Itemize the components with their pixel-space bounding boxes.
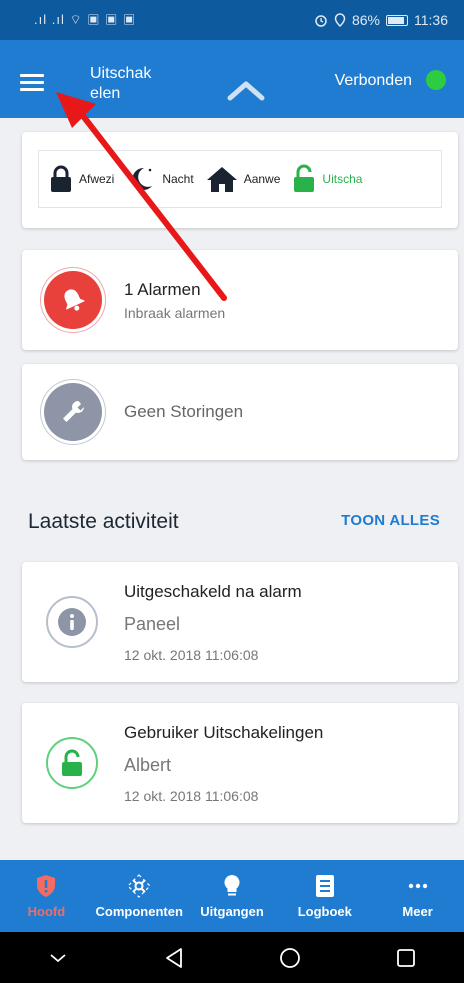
- logbook-icon: [315, 874, 334, 897]
- status-icons: .ıl .ıl ⌔ ▣ ▣ ▣: [34, 12, 137, 27]
- clock: 11:36: [414, 12, 448, 28]
- back-icon[interactable]: [154, 938, 194, 978]
- nav-meer[interactable]: Meer: [371, 860, 464, 932]
- mode-label-aanwezig: Aanwe: [243, 172, 281, 186]
- faults-title: Geen Storingen: [124, 402, 244, 421]
- location-icon: [334, 13, 346, 27]
- alarm-bell-icon: [44, 271, 102, 329]
- status-bar: .ıl .ıl ⌔ ▣ ▣ ▣ 86% 11:36: [0, 0, 464, 40]
- app-title: Uitschakelen: [90, 65, 152, 102]
- lock-open-icon: [46, 737, 98, 789]
- mode-label-uitschakelen: Uitscha: [322, 172, 363, 186]
- app-bar: Uitschakelen Verbonden: [0, 40, 464, 118]
- mode-afwezig[interactable]: Afwezi: [49, 164, 114, 194]
- shield-icon: [37, 874, 56, 897]
- alarm-title: 1 Alarmen: [124, 280, 201, 299]
- components-icon: [127, 873, 152, 898]
- home-circle-icon[interactable]: [270, 938, 310, 978]
- faults-card[interactable]: Geen Storingen: [22, 364, 458, 460]
- nav-label: Logboek: [297, 903, 352, 919]
- mode-selector: Afwezi Nacht Aanwe Uitscha: [38, 150, 442, 208]
- recents-icon[interactable]: [386, 938, 426, 978]
- activity-timestamp: 12 okt. 2018 11:06:08: [124, 788, 259, 804]
- mode-label-afwezig: Afwezi: [79, 172, 115, 186]
- moon-star-icon: [132, 167, 153, 190]
- status-indicators: .ıl .ıl ⌔ ▣ ▣ ▣: [34, 12, 136, 28]
- activity-title: Uitgeschakeld na alarm: [124, 582, 302, 601]
- alarm-clock-icon: [315, 15, 327, 27]
- activity-item[interactable]: Uitgeschakeld na alarm Paneel 12 okt. 20…: [22, 562, 458, 682]
- activity-section-title: Laatste activiteit: [28, 510, 179, 533]
- alarm-card[interactable]: 1 Alarmen Inbraak alarmen: [22, 250, 458, 350]
- nav-label: Uitgangen: [200, 903, 264, 919]
- status-right: 86% 11:36: [314, 12, 448, 28]
- activity-source: Albert: [124, 755, 172, 775]
- nav-hoofd[interactable]: Hoofd: [0, 860, 93, 932]
- connection-status: Verbonden: [334, 72, 412, 89]
- mode-uitschakelen[interactable]: Uitscha: [292, 164, 362, 194]
- mode-selector-card: Afwezi Nacht Aanwe Uitscha: [22, 132, 458, 228]
- bulb-icon: [224, 874, 240, 895]
- nav-label: Componenten: [95, 903, 183, 919]
- bottom-navigation: Hoofd Componenten Uitgangen Logboek Meer: [0, 860, 464, 932]
- nav-componenten[interactable]: Componenten: [93, 860, 186, 932]
- nav-label: Meer: [402, 903, 433, 919]
- system-navigation-bar: [0, 932, 464, 983]
- more-icon: [408, 883, 427, 888]
- mode-aanwezig[interactable]: Aanwe: [206, 165, 281, 193]
- activity-source: Paneel: [124, 614, 181, 634]
- wrench-icon: [44, 383, 102, 441]
- connection-indicator-dot: [426, 70, 446, 90]
- chevron-up-icon[interactable]: [224, 74, 268, 104]
- activity-item[interactable]: Gebruiker Uitschakelingen Albert 12 okt.…: [22, 703, 458, 823]
- nav-label: Hoofd: [27, 903, 66, 919]
- nav-uitgangen[interactable]: Uitgangen: [186, 860, 279, 932]
- activity-timestamp: 12 okt. 2018 11:06:08: [124, 647, 259, 663]
- info-icon: [46, 596, 98, 648]
- mode-label-nacht: Nacht: [162, 172, 194, 186]
- chevron-down-icon[interactable]: [38, 938, 78, 978]
- alarm-subtitle: Inbraak alarmen: [124, 305, 226, 321]
- activity-title: Gebruiker Uitschakelingen: [124, 723, 324, 742]
- home-icon: [206, 167, 237, 192]
- battery-icon: [386, 14, 408, 26]
- show-all-button[interactable]: TOON ALLES: [341, 512, 440, 529]
- battery-percent: 86%: [351, 12, 380, 28]
- nav-logboek[interactable]: Logboek: [278, 860, 371, 932]
- lock-open-icon: [294, 164, 315, 192]
- lock-closed-icon: [51, 165, 71, 192]
- mode-nacht[interactable]: Nacht: [126, 164, 194, 194]
- hamburger-menu-icon[interactable]: [20, 70, 60, 98]
